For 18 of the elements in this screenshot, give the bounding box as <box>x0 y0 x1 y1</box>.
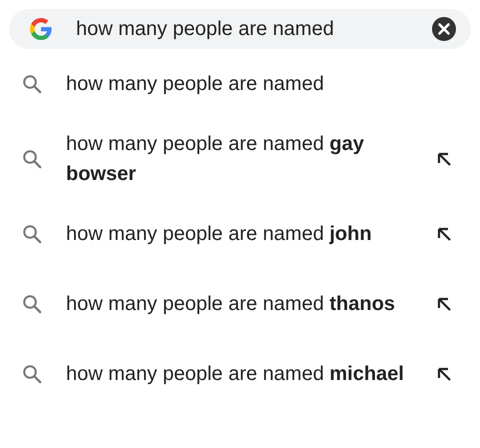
search-icon <box>22 294 42 314</box>
clear-icon[interactable] <box>432 17 456 41</box>
search-icon <box>22 149 42 169</box>
arrow-icon[interactable] <box>436 226 452 242</box>
google-logo-icon <box>30 18 52 40</box>
suggestion-link[interactable]: how many people are named john <box>66 219 428 249</box>
arrow-icon[interactable] <box>436 151 452 167</box>
search-icon <box>22 224 42 244</box>
suggestion-link[interactable]: how many people are named gay bowser <box>66 129 428 189</box>
suggestion-link[interactable]: how many people are named thanos <box>66 289 428 319</box>
suggestion-link[interactable]: how many people are named <box>66 69 428 99</box>
arrow-icon[interactable] <box>436 366 452 382</box>
search-input[interactable]: how many people are named <box>76 18 432 40</box>
arrow-icon[interactable] <box>436 296 452 312</box>
search-icon <box>22 364 42 384</box>
search-bar[interactable]: how many people are named <box>9 9 471 49</box>
search-icon <box>22 74 42 94</box>
suggestion-link[interactable]: how many people are named michael <box>66 359 428 389</box>
